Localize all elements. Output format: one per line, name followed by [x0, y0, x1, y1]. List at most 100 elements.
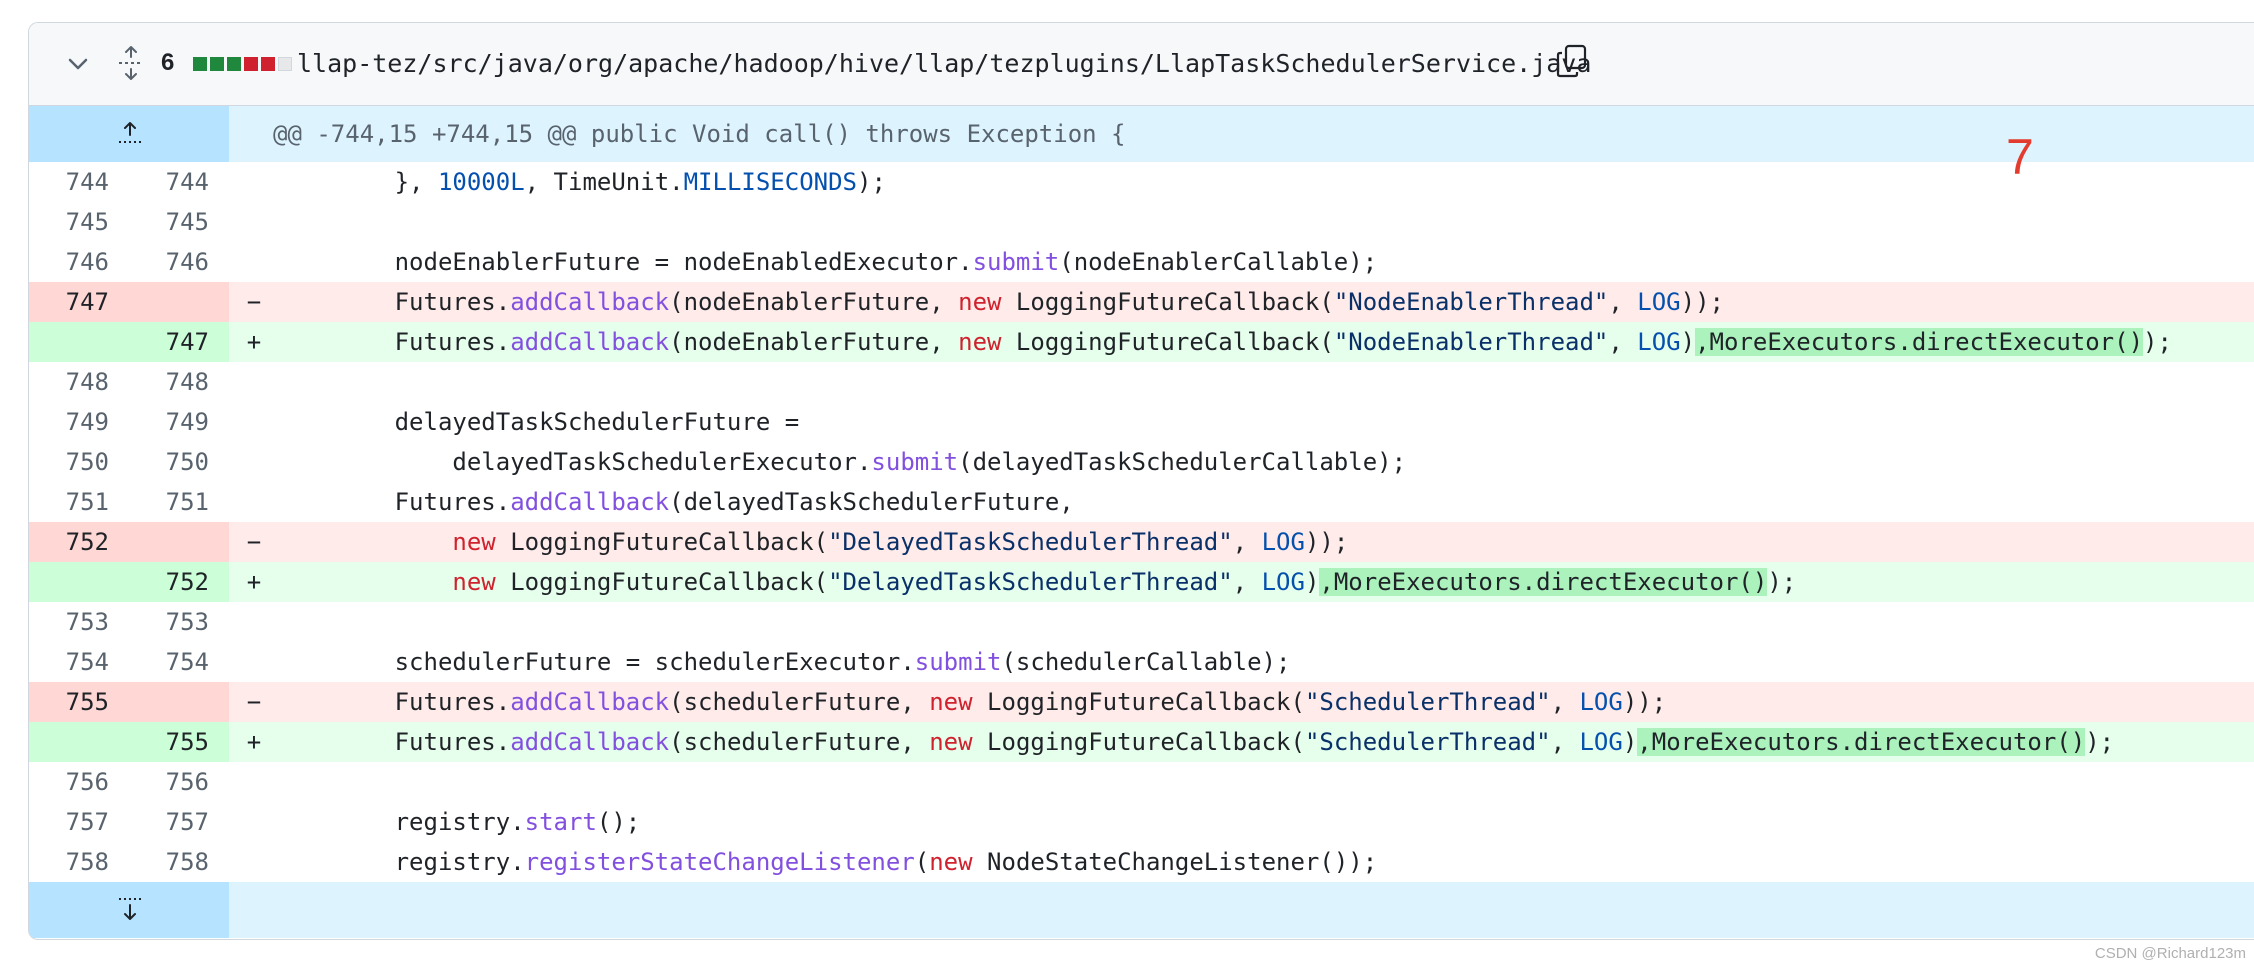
new-line-number[interactable]: 755: [129, 722, 229, 762]
new-line-number[interactable]: 756: [129, 762, 229, 802]
diff-sign: [229, 642, 279, 682]
highlighted-change: ,MoreExecutors.directExecutor(): [1319, 568, 1768, 596]
diff-sign: +: [246, 328, 262, 356]
new-line-number[interactable]: 749: [129, 402, 229, 442]
code-line: delayedTaskSchedulerExecutor.submit(dela…: [279, 448, 1407, 476]
code-line: Futures.addCallback(schedulerFuture, new…: [279, 728, 2115, 756]
new-line-number[interactable]: 753: [129, 602, 229, 642]
diff-line-deleted: 755 − Futures.addCallback(schedulerFutur…: [29, 682, 2254, 722]
diffstat-add: [227, 57, 241, 71]
diff-line: 751 751 Futures.addCallback(delayedTaskS…: [29, 482, 2254, 522]
hunk-header-text: @@ -744,15 +744,15 @@ public Void call()…: [273, 120, 1126, 148]
code-line: Futures.addCallback(nodeEnablerFuture, n…: [279, 328, 2172, 356]
code-line: schedulerFuture = schedulerExecutor.subm…: [279, 648, 1291, 676]
diff-sign: [229, 802, 279, 842]
diffstat-del: [261, 57, 275, 71]
diff-line: 757 757 registry.start();: [29, 802, 2254, 842]
expand-down-button[interactable]: [29, 882, 229, 938]
highlighted-change: ,MoreExecutors.directExecutor(): [1695, 328, 2144, 356]
new-line-number[interactable]: 746: [129, 242, 229, 282]
new-line-number[interactable]: 752: [129, 562, 229, 602]
expand-down-icon: [117, 894, 143, 924]
diff-sign: [229, 362, 279, 402]
file-path[interactable]: llap-tez/src/java/org/apache/hadoop/hive…: [297, 49, 1591, 78]
highlighted-change: ,MoreExecutors.directExecutor(): [1637, 728, 2086, 756]
diff-sign: [229, 762, 279, 802]
new-line-number[interactable]: 751: [129, 482, 229, 522]
new-line-number[interactable]: 748: [129, 362, 229, 402]
new-line-number[interactable]: 750: [129, 442, 229, 482]
diff-sign: [229, 482, 279, 522]
diff-sign: −: [246, 288, 262, 316]
diff-line-deleted: 752 − new LoggingFutureCallback("Delayed…: [29, 522, 2254, 562]
old-line-number[interactable]: 757: [29, 802, 129, 842]
code-line: new LoggingFutureCallback("DelayedTaskSc…: [452, 568, 1797, 596]
new-line-number[interactable]: 758: [129, 842, 229, 882]
diff-line: 749 749 delayedTaskSchedulerFuture =: [29, 402, 2254, 442]
diff-sign: −: [246, 688, 262, 716]
old-line-number[interactable]: 755: [29, 682, 129, 722]
diff-line-added: 755 + Futures.addCallback(schedulerFutur…: [29, 722, 2254, 762]
new-line-number[interactable]: [129, 282, 229, 322]
old-line-number[interactable]: 751: [29, 482, 129, 522]
old-line-number[interactable]: 748: [29, 362, 129, 402]
new-line-number[interactable]: 744: [129, 162, 229, 202]
diffstat: [193, 57, 292, 71]
code-line: Futures.addCallback(nodeEnablerFuture, n…: [279, 288, 1724, 316]
old-line-number[interactable]: 746: [29, 242, 129, 282]
code-line: new LoggingFutureCallback("DelayedTaskSc…: [452, 528, 1349, 556]
diff-line: 746 746 nodeEnablerFuture = nodeEnabledE…: [29, 242, 2254, 282]
new-line-number[interactable]: 747: [129, 322, 229, 362]
old-line-number[interactable]: 753: [29, 602, 129, 642]
old-line-number[interactable]: 749: [29, 402, 129, 442]
new-line-number[interactable]: 745: [129, 202, 229, 242]
old-line-number[interactable]: 747: [29, 282, 129, 322]
new-line-number[interactable]: 754: [129, 642, 229, 682]
diff-line: 750 750 delayedTaskSchedulerExecutor.sub…: [29, 442, 2254, 482]
copy-icon[interactable]: [1555, 43, 1589, 79]
diff-sign: +: [246, 568, 262, 596]
annotation-number: 7: [2006, 129, 2034, 185]
new-line-number[interactable]: 757: [129, 802, 229, 842]
old-line-number[interactable]: 752: [29, 522, 129, 562]
old-line-number[interactable]: 754: [29, 642, 129, 682]
old-line-number[interactable]: [29, 322, 129, 362]
diff-sign: [229, 842, 279, 882]
diff-sign: [229, 602, 279, 642]
diff-line-added: 747 + Futures.addCallback(nodeEnablerFut…: [29, 322, 2254, 362]
old-line-number[interactable]: 744: [29, 162, 129, 202]
old-line-number[interactable]: 756: [29, 762, 129, 802]
code-line: Futures.addCallback(delayedTaskScheduler…: [279, 488, 1074, 516]
diff-line: 758 758 registry.registerStateChangeList…: [29, 842, 2254, 882]
diff-sign: [229, 162, 279, 202]
diff-line: 753 753: [29, 602, 2254, 642]
diffstat-add: [193, 57, 207, 71]
diff-line: 748 748: [29, 362, 2254, 402]
old-line-number[interactable]: 750: [29, 442, 129, 482]
diff-line: 744 744 }, 10000L, TimeUnit.MILLISECONDS…: [29, 162, 2254, 202]
hunk-footer: [29, 882, 2254, 938]
diff-line: 756 756: [29, 762, 2254, 802]
unfold-icon[interactable]: [115, 45, 147, 81]
new-line-number[interactable]: [129, 682, 229, 722]
new-line-number[interactable]: [129, 522, 229, 562]
old-line-number[interactable]: 745: [29, 202, 129, 242]
diffstat-del: [244, 57, 258, 71]
old-line-number[interactable]: [29, 562, 129, 602]
code-line: nodeEnablerFuture = nodeEnabledExecutor.…: [279, 248, 1378, 276]
diff-line: 754 754 schedulerFuture = schedulerExecu…: [29, 642, 2254, 682]
expand-up-button[interactable]: [29, 106, 229, 162]
diff-sign: [229, 242, 279, 282]
diffstat-add: [210, 57, 224, 71]
old-line-number[interactable]: 758: [29, 842, 129, 882]
code-line: registry.registerStateChangeListener(new…: [279, 848, 1378, 876]
diff-line: 745 745: [29, 202, 2254, 242]
diff-line-deleted: 747 − Futures.addCallback(nodeEnablerFut…: [29, 282, 2254, 322]
diff-file: 6 llap-tez/src/java/org/apache/hadoop/hi…: [28, 22, 2254, 940]
old-line-number[interactable]: [29, 722, 129, 762]
chevron-down-icon[interactable]: [65, 51, 91, 77]
expand-up-icon: [117, 120, 143, 148]
